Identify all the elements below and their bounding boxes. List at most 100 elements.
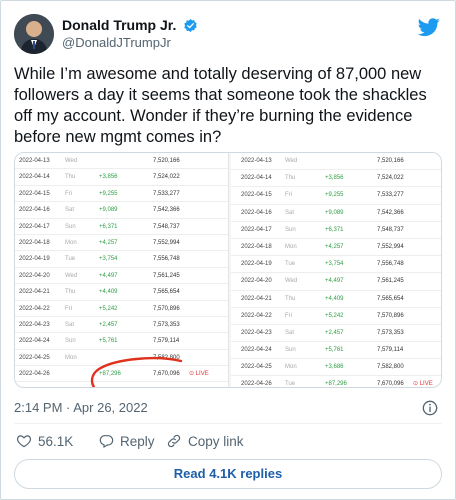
reply-bubble-icon [99, 435, 114, 449]
date-cell: 2022-04-17 [19, 223, 50, 230]
tweet-header: Donald Trump Jr. @DonaldJTrumpJr [14, 14, 442, 54]
total-cell: 7,520,166 [153, 158, 180, 164]
day-cell: Fri [285, 312, 292, 319]
delta-cell: +4,497 [325, 278, 344, 285]
total-cell: 7,561,245 [377, 278, 404, 285]
table-row: 2022-04-15 Fri +9,255 7,533,277 [15, 186, 228, 203]
date-cell: 2022-04-15 [241, 192, 272, 199]
total-cell: 7,670,096 [377, 381, 404, 388]
delta-cell: +5,761 [325, 347, 344, 354]
date-cell: 2022-04-13 [241, 158, 272, 164]
delta-cell: +5,242 [325, 312, 344, 319]
table-row: 2022-04-16 Sat +9,089 7,542,366 [15, 202, 228, 219]
tweet-timestamp[interactable]: 2:14 PM · Apr 26, 2022 [14, 400, 148, 415]
table-row: 2022-04-15 Fri +9,255 7,533,277 [231, 187, 441, 205]
table-row: 2022-04-20 Wed +4,497 7,561,245 [15, 268, 228, 285]
table-row: 2022-04-22 Fri +5,242 7,570,896 [231, 308, 441, 325]
date-cell: 2022-04-26 [241, 381, 272, 388]
date-cell: 2022-04-22 [19, 305, 50, 312]
tweet-text: While I’m awesome and totally deserving … [14, 65, 427, 146]
total-cell: 7,670,096 [153, 371, 180, 378]
day-cell: Mon [285, 243, 297, 250]
date-cell: 2022-04-16 [241, 209, 272, 216]
read-replies-button[interactable]: Read 4.1K replies [14, 459, 442, 489]
total-cell: 7,582,800 [377, 364, 404, 371]
day-cell: Thu [285, 175, 296, 182]
delta-cell: +9,255 [325, 192, 344, 199]
table-row: 2022-04-19 Tue +3,754 7,556,748 [231, 256, 441, 274]
date-cell: 2022-04-19 [19, 256, 50, 263]
delta-cell: +4,497 [99, 272, 118, 279]
heart-icon [16, 435, 32, 448]
tweet-media-image[interactable]: 2022-04-13 Wed 7,520,166 2022-04-14 Thu +3,85… [14, 152, 442, 388]
date-cell: 2022-04-17 [241, 226, 272, 233]
total-cell: 7,542,366 [377, 209, 404, 216]
table-row: 2022-04-26 Tue +87,296 7,670,096 ⊙ LIVE [231, 376, 441, 388]
divider [14, 423, 442, 424]
table-row: 2022-04-14 Thu +3,856 7,524,022 [231, 170, 441, 188]
twitter-bird-icon[interactable] [418, 16, 440, 38]
delta-cell: +9,089 [99, 207, 118, 214]
total-cell: 7,524,022 [153, 174, 180, 181]
total-cell: 7,548,737 [153, 223, 180, 230]
total-cell: 7,565,654 [377, 295, 404, 302]
day-cell: Sun [285, 226, 296, 233]
date-cell: 2022-04-21 [241, 295, 272, 302]
delta-cell: +4,257 [325, 243, 344, 250]
info-icon[interactable] [422, 400, 438, 416]
total-cell: 7,570,896 [377, 312, 404, 319]
total-cell: 7,552,994 [377, 243, 404, 250]
table-row: 2022-04-21 Thu +4,409 7,565,654 [231, 291, 441, 308]
avatar-image [14, 14, 54, 54]
date-cell: 2022-04-18 [19, 239, 50, 246]
like-count: 56.1K [38, 434, 74, 449]
total-cell: 7,579,114 [377, 347, 404, 354]
table-row: 2022-04-22 Fri +5,242 7,570,896 [15, 301, 228, 317]
date-cell: 2022-04-18 [241, 243, 272, 250]
delta-cell: +2,457 [99, 321, 118, 328]
date-cell: 2022-04-24 [19, 338, 50, 345]
day-cell: Mon [65, 354, 77, 361]
handle[interactable]: @DonaldJTrumpJr [62, 34, 198, 52]
day-cell: Mon [285, 364, 297, 371]
like-button[interactable]: 56.1K [16, 432, 73, 452]
display-name[interactable]: Donald Trump Jr. [62, 16, 176, 34]
day-cell: Sat [285, 209, 295, 216]
total-cell: 7,520,166 [377, 158, 404, 164]
day-cell: Fri [285, 192, 292, 199]
total-cell: 7,524,022 [377, 175, 404, 182]
avatar[interactable] [14, 14, 54, 54]
day-cell: Sun [65, 223, 76, 230]
date-cell: 2022-04-15 [19, 190, 50, 197]
follower-table-left: 2022-04-13 Wed 7,520,166 2022-04-14 Thu +3,85… [15, 153, 229, 387]
day-cell: Wed [285, 278, 298, 285]
delta-cell: +3,856 [325, 175, 344, 182]
day-cell: Sun [285, 347, 296, 354]
delta-cell: +3,754 [99, 256, 118, 263]
live-cell: ⊙ LIVE [189, 371, 209, 378]
follower-table-right: 2022-04-13 Wed 7,520,166 2022-04-14 Thu +3,85… [231, 153, 441, 388]
day-cell: Wed [65, 272, 78, 279]
date-cell: 2022-04-16 [19, 207, 50, 214]
total-cell: 7,561,245 [153, 272, 180, 279]
table-row: 2022-04-25 Mon 7,582,800 [15, 350, 228, 367]
verified-badge-icon [184, 18, 197, 32]
delta-cell: +2,457 [325, 329, 344, 336]
delta-cell: +6,371 [325, 226, 344, 233]
day-cell: Sat [65, 207, 75, 214]
copy-link-button[interactable]: Copy link [166, 432, 244, 452]
reply-button[interactable]: Reply [98, 432, 155, 452]
date-cell: 2022-04-25 [241, 364, 272, 371]
table-row: 2022-04-20 Wed +4,497 7,561,245 [231, 273, 441, 291]
table-row: 2022-04-24 Sun +5,761 7,579,114 [231, 342, 441, 360]
table-row: 2022-04-23 Sat +2,457 7,573,353 [15, 317, 228, 334]
table-row: 2022-04-26 +87,296 7,670,096 ⊙ LIVE [15, 366, 228, 383]
delta-cell: +4,409 [99, 289, 118, 296]
table-row: 2022-04-18 Mon +4,257 7,552,994 [231, 239, 441, 257]
delta-cell: +87,296 [99, 371, 121, 378]
table-row: 2022-04-13 Wed 7,520,166 [15, 153, 228, 170]
date-cell: 2022-04-24 [241, 347, 272, 354]
table-row: 2022-04-24 Sun +5,761 7,579,114 [15, 333, 228, 350]
day-cell: Thu [285, 295, 296, 302]
table-row: 2022-04-23 Sat +2,457 7,573,353 [231, 325, 441, 343]
